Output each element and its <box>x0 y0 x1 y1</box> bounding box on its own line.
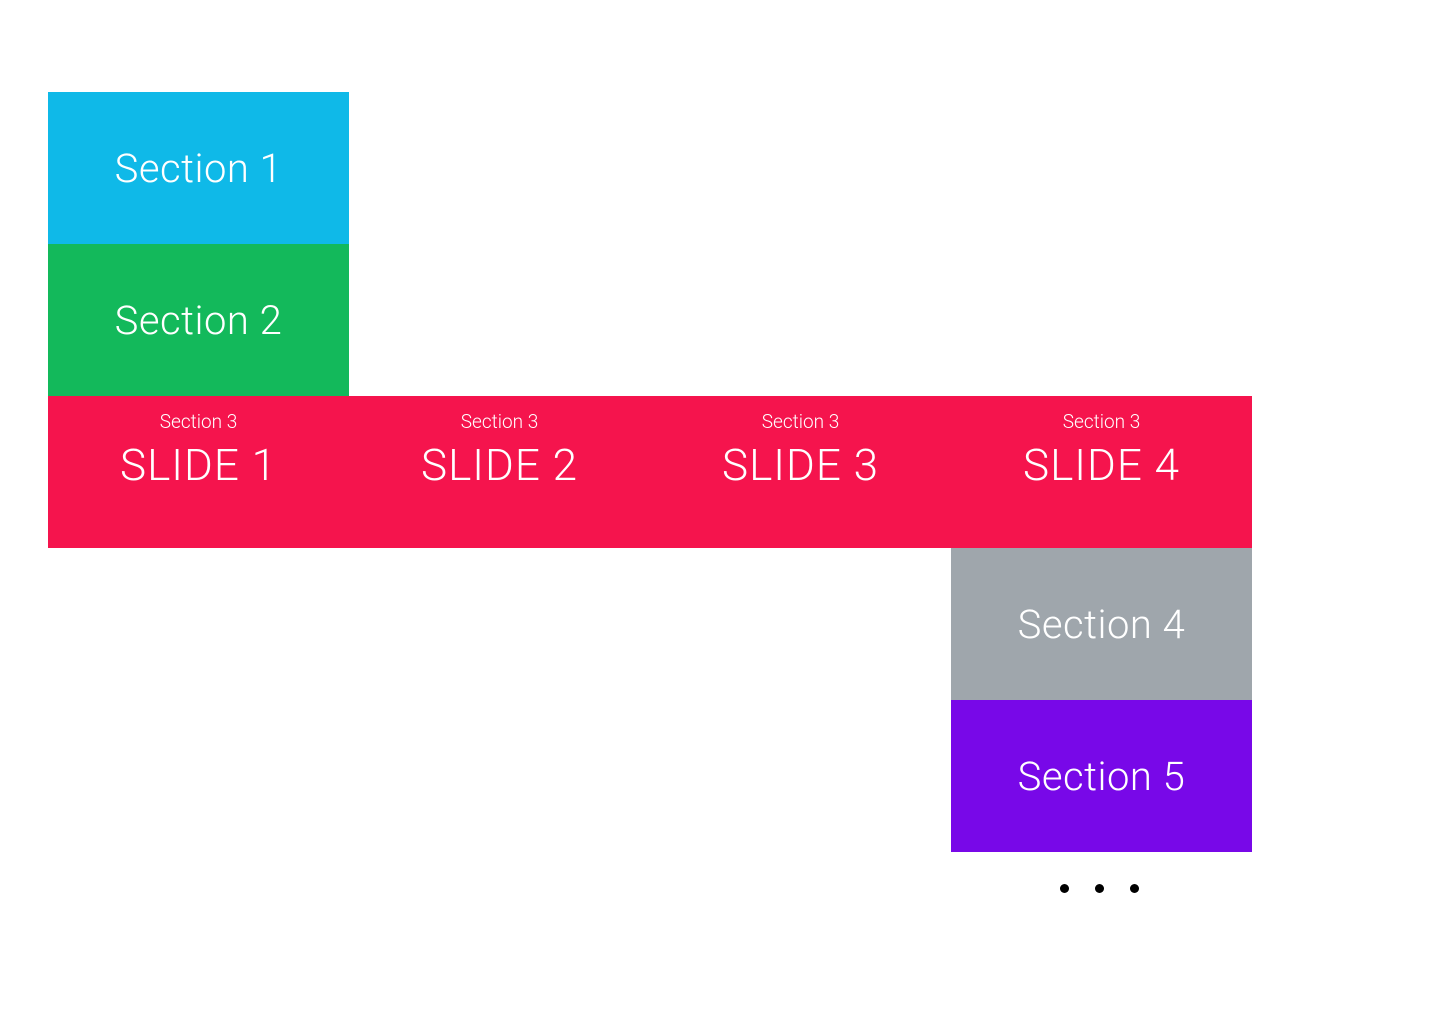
section-5[interactable]: Section 5 <box>951 700 1252 852</box>
bottom-sections-column: Section 4 Section 5 <box>48 548 1252 852</box>
section-3-slide-1[interactable]: Section 3 SLIDE 1 <box>48 396 349 548</box>
section-1[interactable]: Section 1 <box>48 92 349 244</box>
slide-1-section-label: Section 3 <box>160 410 238 433</box>
section-3-slide-2[interactable]: Section 3 SLIDE 2 <box>349 396 650 548</box>
fullpage-stage: Section 1 Section 2 Section 3 SLIDE 1 Se… <box>48 92 1252 852</box>
slide-4-section-label: Section 3 <box>1063 410 1141 433</box>
section-3-slide-4[interactable]: Section 3 SLIDE 4 <box>951 396 1252 548</box>
section-5-title: Section 5 <box>1018 753 1186 800</box>
section-2[interactable]: Section 2 <box>48 244 349 396</box>
section-4[interactable]: Section 4 <box>951 548 1252 700</box>
top-sections-column: Section 1 Section 2 <box>48 92 1252 396</box>
pagination-dot-2[interactable] <box>1095 884 1104 893</box>
pagination-dot-1[interactable] <box>1060 884 1069 893</box>
slide-3-title: SLIDE 3 <box>722 439 879 491</box>
section-4-title: Section 4 <box>1018 601 1186 648</box>
pagination-dots[interactable] <box>1060 884 1139 893</box>
section-3-slide-row[interactable]: Section 3 SLIDE 1 Section 3 SLIDE 2 Sect… <box>48 396 1252 548</box>
section-1-title: Section 1 <box>115 145 283 192</box>
slide-3-section-label: Section 3 <box>762 410 840 433</box>
slide-1-title: SLIDE 1 <box>120 439 277 491</box>
slide-2-section-label: Section 3 <box>461 410 539 433</box>
slide-2-title: SLIDE 2 <box>421 439 578 491</box>
section-3-slide-3[interactable]: Section 3 SLIDE 3 <box>650 396 951 548</box>
slide-4-title: SLIDE 4 <box>1023 439 1180 491</box>
pagination-dot-3[interactable] <box>1130 884 1139 893</box>
section-2-title: Section 2 <box>115 297 283 344</box>
